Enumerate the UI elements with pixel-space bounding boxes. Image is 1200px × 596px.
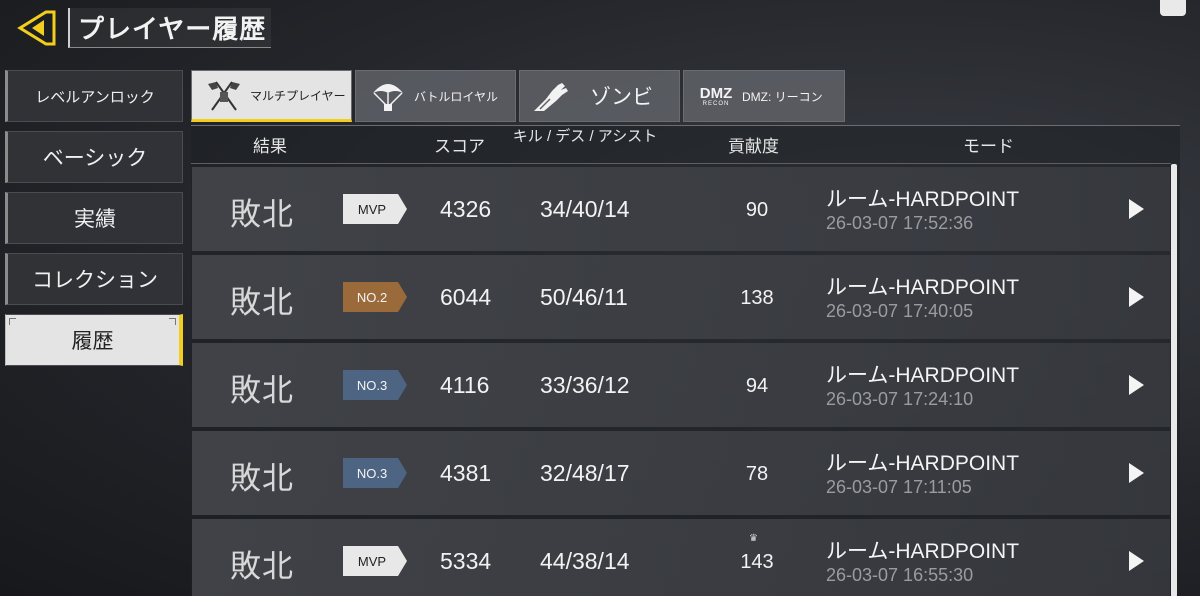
table-row[interactable]: 敗北 NO.3 4381 32/48/17 78 ルーム-HARDPOINT 2… [192, 431, 1170, 515]
mode-name: ルーム-HARDPOINT [826, 188, 1020, 211]
contribution-value: 90 [745, 199, 769, 221]
table-row[interactable]: 敗北 NO.3 4116 33/36/12 94 ルーム-HARDPOINT 2… [192, 343, 1170, 427]
mode-name: ルーム-HARDPOINT [826, 364, 1020, 387]
zombie-hand-icon [532, 78, 572, 114]
tab-label: DMZ: リーコン [742, 89, 823, 104]
contribution-value: 78 [745, 463, 769, 485]
scrollbar[interactable] [1171, 164, 1177, 596]
score-value: 4116 [440, 372, 490, 398]
table-row[interactable]: 敗北 MVP 4326 34/40/14 90 ルーム-HARDPOINT 26… [192, 167, 1170, 251]
tab-multiplayer[interactable]: マルチプレイヤー [191, 70, 352, 122]
rank-badge: NO.2 [343, 282, 407, 312]
score-value: 4381 [440, 460, 492, 486]
score-value: 5334 [440, 548, 492, 574]
back-button[interactable] [14, 9, 58, 51]
sidebar-item-label: 実績 [74, 208, 116, 231]
header-score: スコア [434, 137, 485, 156]
result-text: 敗北 [230, 285, 294, 320]
table-row[interactable]: 敗北 NO.2 6044 50/46/11 138 ルーム-HARDPOINT … [192, 255, 1170, 339]
result-text: 敗北 [230, 197, 294, 232]
play-arrow-icon[interactable] [1129, 551, 1144, 571]
kda-value: 50/46/11 [540, 284, 628, 310]
page-title: プレイヤー履歴 [68, 8, 271, 48]
sidebar-item-collection[interactable]: コレクション [5, 253, 183, 305]
flags-icon [204, 77, 244, 113]
play-arrow-icon[interactable] [1129, 199, 1144, 219]
mode-name: ルーム-HARDPOINT [826, 276, 1020, 299]
corner-indicator [1160, 0, 1186, 16]
rank-badge: NO.3 [343, 370, 407, 400]
header-kda: キル / デス / アシスト [512, 128, 658, 145]
tab-label: マルチプレイヤー [250, 88, 346, 103]
match-time: 26-03-07 17:11:05 [826, 477, 972, 497]
sidebar: レベルアンロック ベーシック 実績 コレクション 履歴 [5, 70, 183, 375]
contribution-value: 143 [740, 551, 774, 573]
score-value: 6044 [440, 284, 492, 310]
mvp-badge: MVP [343, 546, 407, 576]
sidebar-item-history[interactable]: 履歴 [5, 314, 183, 366]
mode-tabs: マルチプレイヤー バトルロイヤル ゾンビ DMZ RECON DMZ: リーコン [191, 70, 845, 122]
header-mode: モード [963, 137, 1014, 156]
table-row[interactable]: 敗北 MVP 5334 44/38/14 ♛ 143 ルーム-HARDPOINT… [192, 519, 1170, 596]
scrollbar-thumb[interactable] [1171, 164, 1177, 596]
tab-dmz-recon[interactable]: DMZ RECON DMZ: リーコン [683, 70, 845, 122]
header-result: 結果 [253, 137, 287, 156]
result-text: 敗北 [230, 461, 294, 496]
match-time: 26-03-07 17:52:36 [826, 213, 974, 233]
tab-battle-royale[interactable]: バトルロイヤル [355, 70, 516, 122]
contribution-value: 138 [740, 287, 774, 309]
sidebar-item-label: 履歴 [71, 330, 114, 353]
header-contribution: 貢献度 [728, 137, 779, 156]
parachute-icon [368, 78, 408, 114]
table-header: 結果 スコア キル / デス / アシスト 貢献度 モード [191, 126, 1171, 164]
result-text: 敗北 [230, 549, 294, 584]
kda-value: 44/38/14 [540, 548, 630, 574]
match-time: 26-03-07 17:24:10 [826, 389, 974, 409]
tab-zombies[interactable]: ゾンビ [519, 70, 680, 122]
kda-value: 33/36/12 [540, 372, 630, 398]
dmz-logo-icon: DMZ RECON [696, 78, 736, 114]
mvp-badge: MVP [343, 194, 407, 224]
contribution-value: 94 [745, 375, 769, 397]
score-value: 4326 [440, 196, 492, 222]
tab-label: ゾンビ [590, 86, 653, 109]
sidebar-item-level-unlock[interactable]: レベルアンロック [5, 70, 183, 122]
back-arrow-icon [16, 9, 56, 52]
crown-icon: ♛ [749, 533, 758, 544]
sidebar-item-label: レベルアンロック [35, 88, 155, 106]
kda-value: 34/40/14 [540, 196, 630, 222]
result-text: 敗北 [230, 373, 294, 408]
dmz-logo-sub: RECON [702, 100, 730, 107]
match-time: 26-03-07 16:55:30 [826, 565, 974, 585]
match-time: 26-03-07 17:40:05 [826, 301, 974, 321]
tab-label: バトルロイヤル [414, 89, 499, 104]
match-history-table: 結果 スコア キル / デス / アシスト 貢献度 モード 敗北 MVP 432… [191, 125, 1180, 596]
sidebar-item-label: ベーシック [42, 147, 148, 170]
sidebar-item-label: コレクション [32, 269, 158, 292]
rank-badge: NO.3 [343, 458, 407, 488]
mode-name: ルーム-HARDPOINT [826, 452, 1020, 475]
dmz-logo-main: DMZ [699, 84, 733, 102]
play-arrow-icon[interactable] [1129, 287, 1144, 307]
mode-name: ルーム-HARDPOINT [826, 540, 1020, 563]
play-arrow-icon[interactable] [1129, 463, 1144, 483]
sidebar-item-basic[interactable]: ベーシック [5, 131, 183, 183]
sidebar-item-achievements[interactable]: 実績 [5, 192, 183, 244]
play-arrow-icon[interactable] [1129, 375, 1144, 395]
kda-value: 32/48/17 [540, 460, 630, 486]
